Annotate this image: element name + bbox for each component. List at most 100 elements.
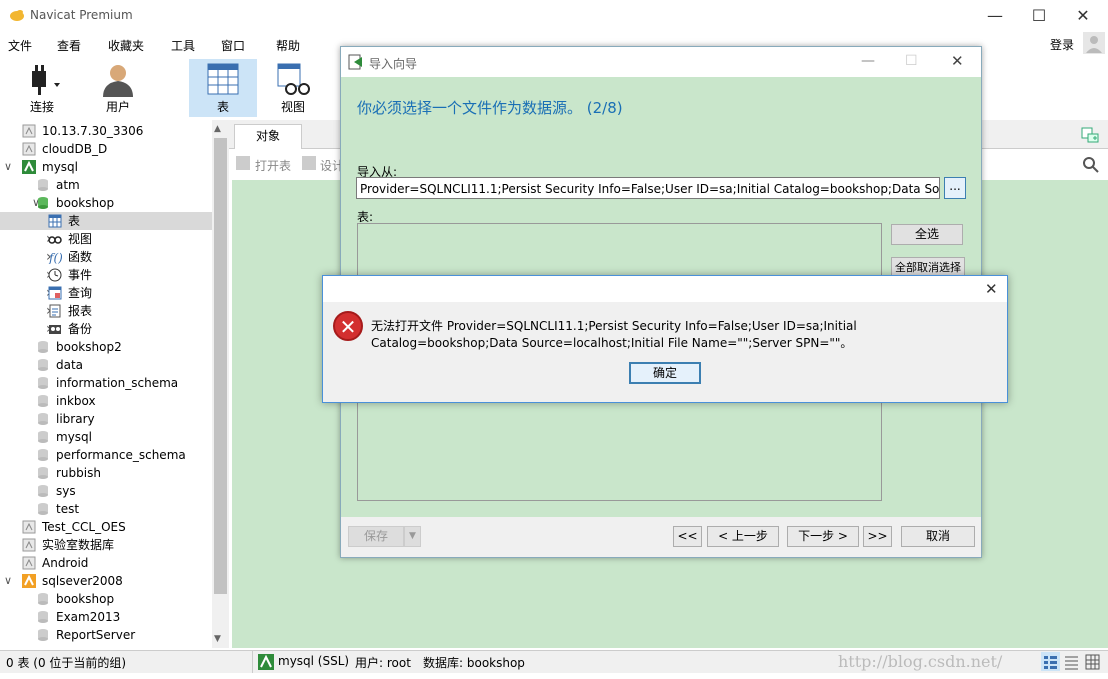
scroll-up-icon[interactable]: ▲	[214, 124, 221, 134]
function-icon: f()	[48, 250, 63, 265]
tree-item[interactable]: › f() 函数	[0, 248, 212, 266]
tree-item[interactable]: sys	[0, 482, 212, 500]
scroll-down-icon[interactable]: ▼	[214, 634, 221, 644]
login-link[interactable]: 登录	[1050, 36, 1074, 53]
tree-item[interactable]: bookshop2	[0, 338, 212, 356]
wizard-title: 导入向导	[369, 57, 418, 71]
tree-item[interactable]: ∨ mysql	[0, 158, 212, 176]
dialog-message: 无法打开文件 Provider=SQLNCLI11.1;Persist Secu…	[371, 319, 857, 350]
tree-item[interactable]: 实验室数据库	[0, 536, 212, 554]
tree-item[interactable]: Test_CCL_OES	[0, 518, 212, 536]
connection-icon	[22, 538, 36, 552]
maximize-button[interactable]: ☐	[1016, 4, 1062, 28]
list-view-icon[interactable]	[1041, 652, 1060, 671]
connection-icon	[22, 556, 36, 570]
tree-item[interactable]: 10.13.7.30_3306	[0, 122, 212, 140]
tree-item[interactable]: inkbox	[0, 392, 212, 410]
tree-item[interactable]: Exam2013	[0, 608, 212, 626]
last-step-button[interactable]: >>	[863, 526, 892, 547]
database-icon	[36, 592, 50, 606]
tree-item[interactable]: › 视图	[0, 230, 212, 248]
tree-item[interactable]: ∨ bookshop	[0, 194, 212, 212]
user-button[interactable]: 用户	[84, 59, 152, 117]
tree-item[interactable]: › 备份	[0, 320, 212, 338]
tree-item-label: Android	[42, 556, 89, 570]
search-icon[interactable]	[1082, 156, 1100, 174]
tab-objects[interactable]: 对象	[234, 124, 302, 149]
wizard-maximize-button[interactable]: ☐	[905, 53, 918, 69]
tree-item-label: library	[56, 412, 95, 426]
plug-icon	[32, 65, 60, 95]
tree-item[interactable]: rubbish	[0, 464, 212, 482]
tree-item[interactable]: bookshop	[0, 590, 212, 608]
chevron-down-icon[interactable]: ∨	[4, 572, 12, 590]
event-icon	[48, 268, 62, 282]
next-step-button[interactable]: 下一步 >	[787, 526, 859, 547]
er-view-icon[interactable]	[1083, 652, 1102, 671]
status-divider	[252, 651, 253, 673]
tree-item-label: 表	[68, 214, 81, 228]
tree-item-label: bookshop	[56, 196, 115, 210]
connect-label: 连接	[29, 100, 54, 114]
ok-button[interactable]: 确定	[629, 362, 701, 384]
tree-item[interactable]: atm	[0, 176, 212, 194]
wizard-close-button[interactable]: ✕	[951, 52, 964, 70]
tree-item[interactable]: information_schema	[0, 374, 212, 392]
menu-tools[interactable]: 工具	[171, 37, 195, 54]
tree-item[interactable]: 表	[0, 212, 212, 230]
minimize-button[interactable]: —	[972, 4, 1018, 28]
tree-item-label: Exam2013	[56, 610, 121, 624]
chevron-down-icon[interactable]: ∨	[4, 158, 12, 176]
dialog-close-button[interactable]: ✕	[985, 280, 998, 298]
import-from-input[interactable]: Provider=SQLNCLI11.1;Persist Security In…	[356, 177, 940, 199]
menu-window[interactable]: 窗口	[221, 37, 245, 54]
menu-favorites[interactable]: 收藏夹	[108, 37, 144, 54]
wizard-minimize-button[interactable]: —	[861, 53, 875, 69]
tree-item[interactable]: cloudDB_D	[0, 140, 212, 158]
database-icon	[36, 412, 50, 426]
save-button[interactable]: 保存	[348, 526, 404, 547]
tree-item[interactable]: data	[0, 356, 212, 374]
save-dropdown-icon[interactable]: ▼	[404, 526, 421, 547]
table-button[interactable]: 表	[189, 59, 257, 117]
tree-item[interactable]: ∨ sqlsever2008	[0, 572, 212, 590]
tree-item[interactable]: Android	[0, 554, 212, 572]
sidebar-scroll-thumb[interactable]	[214, 138, 227, 594]
tree-item[interactable]: ReportServer	[0, 626, 212, 644]
prev-step-button[interactable]: < 上一步	[707, 526, 779, 547]
tree-item[interactable]: ›事件	[0, 266, 212, 284]
avatar[interactable]	[1083, 32, 1105, 54]
view-button[interactable]: 视图	[259, 59, 327, 117]
first-step-button[interactable]: <<	[673, 526, 702, 547]
tree-item[interactable]: › 报表	[0, 302, 212, 320]
open-table-button[interactable]: 打开表	[255, 157, 291, 174]
tree-item[interactable]: test	[0, 500, 212, 518]
tree-item-label: performance_schema	[56, 448, 186, 462]
tree-item-label: 10.13.7.30_3306	[42, 124, 144, 138]
tree-item-label: 实验室数据库	[42, 538, 115, 552]
menu-file[interactable]: 文件	[8, 37, 32, 54]
user-icon	[103, 65, 133, 97]
tree-item[interactable]: ›查询	[0, 284, 212, 302]
database-open-icon	[36, 196, 50, 210]
cancel-button[interactable]: 取消	[901, 526, 975, 547]
tree-item[interactable]: mysql	[0, 428, 212, 446]
dialog-titlebar: ✕	[323, 276, 1007, 302]
menu-help[interactable]: 帮助	[276, 37, 300, 54]
tree-item[interactable]: library	[0, 410, 212, 428]
status-database: 数据库: bookshop	[423, 656, 525, 670]
tree-item-label: mysql	[42, 160, 78, 174]
connect-button[interactable]: 连接	[8, 59, 76, 117]
database-icon	[36, 484, 50, 498]
close-button[interactable]: ✕	[1060, 4, 1106, 28]
menu-view[interactable]: 查看	[57, 37, 81, 54]
query-icon	[48, 286, 62, 300]
detail-view-icon[interactable]	[1062, 652, 1081, 671]
import-icon	[348, 54, 362, 70]
select-all-button[interactable]: 全选	[891, 224, 963, 245]
sqlserver-connection-icon	[22, 574, 36, 588]
new-tab-icon[interactable]	[1080, 126, 1100, 144]
tree-item[interactable]: performance_schema	[0, 446, 212, 464]
browse-button[interactable]: ...	[944, 177, 966, 199]
tree-item-label: atm	[56, 178, 80, 192]
